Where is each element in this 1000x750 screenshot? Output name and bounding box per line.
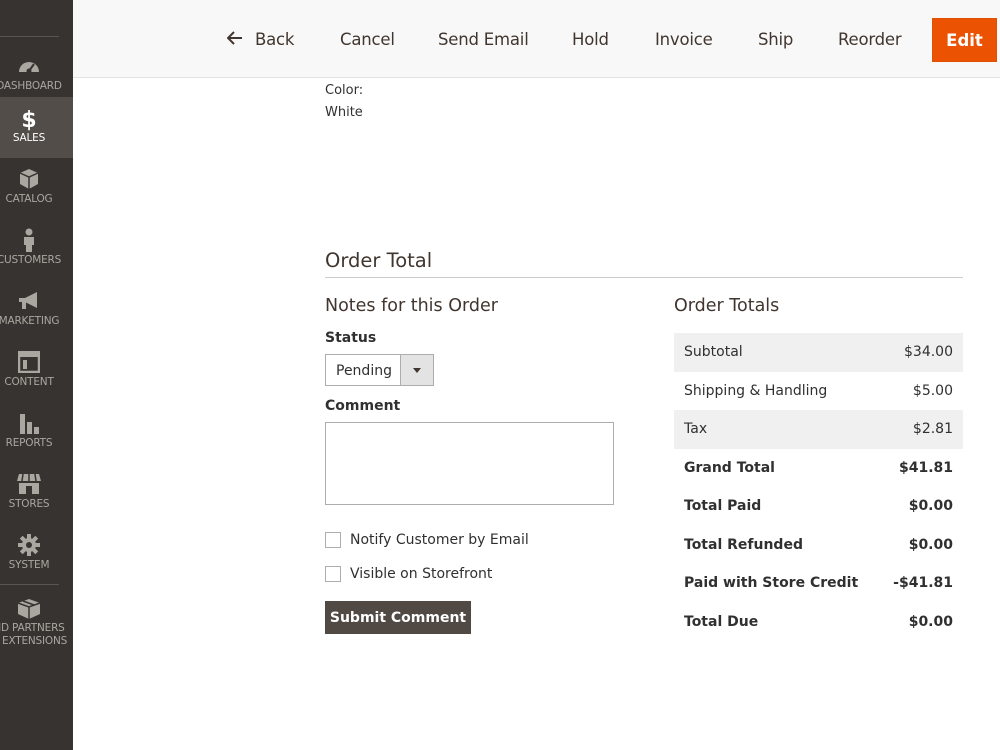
totals-row-store-credit: Paid with Store Credit -$41.81: [674, 564, 963, 603]
comment-textarea[interactable]: [325, 422, 614, 505]
chevron-down-icon: [400, 355, 433, 385]
totals-row-grand-total: Grand Total $41.81: [674, 449, 963, 488]
totals-row-label: Grand Total: [684, 459, 775, 476]
totals-row-label: Subtotal: [684, 344, 743, 360]
totals-row-value: $0.00: [908, 613, 953, 630]
totals-row-total-refunded: Total Refunded $0.00: [674, 526, 963, 565]
section-title: Order Total: [325, 249, 433, 272]
extensions-box-icon: [0, 596, 58, 622]
totals-row-label: Paid with Store Credit: [684, 575, 859, 591]
totals-row-label: Total Paid: [684, 498, 762, 514]
status-select-value: Pending: [336, 363, 392, 379]
visible-storefront-row[interactable]: Visible on Storefront: [325, 566, 492, 582]
notify-customer-row[interactable]: Notify Customer by Email: [325, 532, 529, 548]
megaphone-icon: [0, 288, 58, 314]
section-divider: [325, 277, 963, 278]
sidebar-item-system[interactable]: SYSTEM: [0, 524, 73, 585]
sidebar-item-label-line1: ND PARTNERS: [0, 622, 65, 634]
sidebar-item-catalog[interactable]: CATALOG: [0, 158, 73, 219]
sidebar-item-partners-extensions[interactable]: ND PARTNERS & EXTENSIONS: [0, 588, 73, 649]
sidebar-item-label: CONTENT: [4, 376, 54, 388]
totals-row-value: $41.81: [898, 459, 953, 476]
notify-customer-checkbox[interactable]: [325, 532, 341, 548]
totals-row-value: $34.00: [904, 344, 953, 360]
sidebar-item-label: SALES: [12, 132, 46, 144]
back-button[interactable]: Back: [226, 30, 295, 49]
sidebar-item-marketing[interactable]: MARKETING: [0, 280, 73, 341]
page-actions-bar: Back Cancel Send Email Hold Invoice Ship…: [73, 0, 1000, 78]
status-select[interactable]: Pending: [325, 354, 434, 386]
item-option-label: Color:: [325, 83, 364, 98]
totals-row-value: $0.00: [908, 498, 953, 514]
totals-row-total-paid: Total Paid $0.00: [674, 487, 963, 526]
totals-row-value: $0.00: [908, 536, 953, 553]
order-totals-table: Subtotal $34.00 Shipping & Handling $5.0…: [674, 333, 963, 641]
sidebar-item-content[interactable]: CONTENT: [0, 341, 73, 402]
totals-row-tax: Tax $2.81: [674, 410, 963, 449]
sidebar-divider: [0, 584, 59, 585]
totals-row-subtotal: Subtotal $34.00: [674, 333, 963, 372]
totals-row-label: Total Due: [684, 613, 759, 630]
invoice-button[interactable]: Invoice: [655, 30, 713, 49]
status-label: Status: [325, 330, 377, 346]
sidebar-item-label: MARKETING: [0, 315, 60, 327]
notify-customer-label: Notify Customer by Email: [350, 532, 529, 548]
totals-row-label: Tax: [684, 421, 708, 437]
sidebar-item-sales[interactable]: $ SALES: [0, 97, 73, 158]
person-icon: [0, 227, 58, 253]
edit-button[interactable]: Edit: [932, 18, 997, 62]
back-button-label: Back: [255, 30, 295, 49]
order-totals-title: Order Totals: [674, 296, 780, 316]
item-option-value: White: [325, 105, 363, 120]
sidebar-item-label: DASHBOARD: [0, 80, 62, 92]
sidebar-item-label: REPORTS: [5, 437, 53, 449]
dashboard-icon: [0, 53, 58, 79]
totals-row-value: $5.00: [912, 382, 953, 399]
submit-comment-button[interactable]: Submit Comment: [325, 601, 471, 634]
box-icon: [0, 166, 58, 192]
sidebar-item-label: ND PARTNERS & EXTENSIONS: [0, 622, 68, 648]
sidebar-item-label: CATALOG: [5, 193, 53, 205]
visible-storefront-checkbox[interactable]: [325, 566, 341, 582]
cancel-button[interactable]: Cancel: [340, 30, 395, 49]
sidebar-item-label: CUSTOMERS: [0, 254, 62, 266]
hold-button[interactable]: Hold: [572, 30, 609, 49]
sidebar-item-label: STORES: [8, 498, 50, 510]
sidebar-top-divider: [0, 36, 59, 37]
sidebar-item-customers[interactable]: CUSTOMERS: [0, 219, 73, 280]
visible-storefront-label: Visible on Storefront: [350, 566, 493, 582]
totals-row-label: Total Refunded: [684, 536, 803, 553]
totals-row-value: $2.81: [912, 421, 953, 437]
sidebar-item-label: SYSTEM: [8, 559, 50, 571]
ship-button[interactable]: Ship: [758, 30, 793, 49]
totals-row-value: -$41.81: [893, 575, 953, 591]
store-icon: [0, 471, 58, 497]
totals-row-label: Shipping & Handling: [684, 382, 828, 399]
comment-label: Comment: [325, 398, 401, 414]
totals-row-shipping: Shipping & Handling $5.00: [674, 372, 963, 411]
sidebar-item-stores[interactable]: STORES: [0, 463, 73, 524]
sidebar-item-reports[interactable]: REPORTS: [0, 402, 73, 463]
reorder-button[interactable]: Reorder: [838, 30, 902, 49]
layout-icon: [0, 349, 58, 375]
admin-sidebar: DASHBOARD $ SALES CATALOG CUSTOMERS MARK…: [0, 0, 73, 750]
notes-title: Notes for this Order: [325, 296, 498, 316]
gear-icon: [0, 532, 58, 558]
sidebar-item-label-line2: & EXTENSIONS: [0, 635, 68, 647]
send-email-button[interactable]: Send Email: [438, 30, 529, 49]
dollar-icon: $: [21, 107, 37, 133]
totals-row-total-due: Total Due $0.00: [674, 603, 963, 642]
bar-chart-icon: [0, 410, 58, 436]
arrow-left-icon: [226, 30, 243, 49]
